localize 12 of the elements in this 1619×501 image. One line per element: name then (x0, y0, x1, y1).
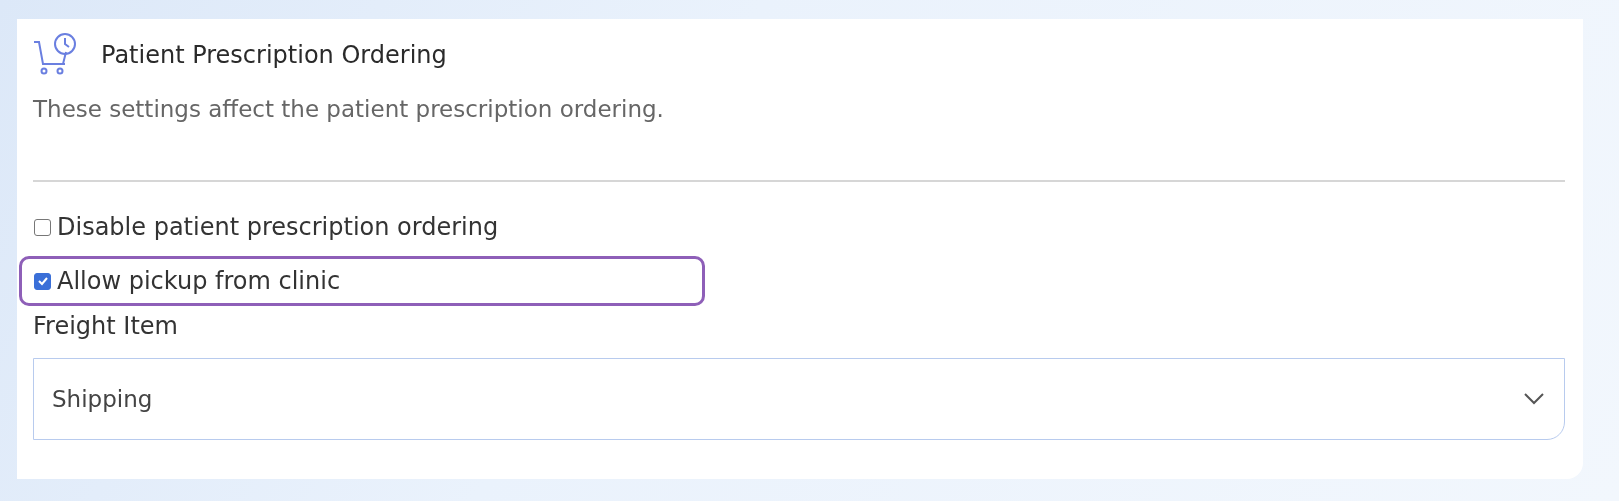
checkbox[interactable] (34, 272, 51, 290)
checkbox-label: Allow pickup from clinic (57, 267, 341, 295)
highlighted-option[interactable]: Allow pickup from clinic (19, 256, 705, 306)
section-title: Patient Prescription Ordering (101, 41, 447, 69)
freight-select[interactable]: Shipping (33, 358, 1565, 440)
checkbox-option[interactable]: Disable patient prescription ordering (19, 202, 705, 252)
checkbox-label: Disable patient prescription ordering (57, 213, 499, 241)
section-description: These settings affect the patient prescription ordering. (33, 96, 665, 122)
chevron-down-icon (1524, 393, 1544, 405)
check-icon (36, 275, 49, 287)
checkbox[interactable] (34, 218, 51, 236)
field-label: Freight Item (33, 312, 179, 340)
